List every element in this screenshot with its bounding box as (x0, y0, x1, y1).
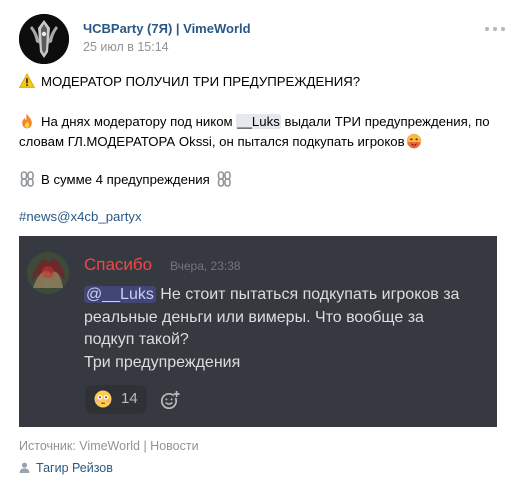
chain-icon (216, 171, 232, 187)
moderator-nickname: __Luks (236, 114, 281, 129)
discord-reaction: 14 (85, 385, 147, 414)
post-body-text-a: На днях модератору под ником (41, 114, 237, 129)
discord-username: Спасибо (84, 255, 153, 274)
post-body-line-1: На днях модератору под ником __Luks выда… (19, 112, 490, 132)
post-header: ЧСВParty (7Я) | VimeWorld 25 июл в 15:14 (19, 14, 519, 64)
user-icon (19, 462, 30, 473)
hot-face-icon (406, 133, 422, 149)
discord-timestamp: Вчера, 23:38 (170, 259, 241, 273)
add-reaction-icon (159, 389, 181, 411)
group-avatar[interactable] (19, 14, 69, 64)
post-title: МОДЕРАТОР ПОЛУЧИЛ ТРИ ПРЕДУПРЕЖДЕНИЯ? (41, 74, 361, 89)
fire-icon (19, 113, 35, 129)
post-summary: В сумме 4 предупреждения (41, 172, 210, 187)
chain-icon (19, 171, 35, 187)
reaction-count: 14 (121, 390, 138, 407)
signer-name[interactable]: Тагир Рейзов (36, 461, 113, 475)
post-author[interactable]: ЧСВParty (7Я) | VimeWorld (83, 21, 251, 36)
more-icon[interactable] (483, 20, 507, 38)
post-body-text-c: словам ГЛ.МОДЕРАТОРА Okssi, он пытался п… (19, 134, 405, 149)
post-signer[interactable]: Тагир Рейзов (19, 461, 113, 475)
discord-avatar (27, 252, 69, 294)
discord-message: @__Luks Не стоит пытаться подкупать игро… (84, 284, 489, 374)
attached-screenshot[interactable]: Спасибо Вчера, 23:38 @__Luks Не стоит пы… (19, 236, 497, 427)
discord-mention: @__Luks (84, 286, 156, 303)
flushed-face-icon (94, 390, 112, 408)
warning-icon (19, 73, 35, 89)
discord-message-line-4: Три предупреждения (84, 353, 241, 371)
post-body-line-2: словам ГЛ.МОДЕРАТОРА Okssi, он пытался п… (19, 132, 422, 152)
post-source[interactable]: Источник: VimeWorld | Новости (19, 439, 199, 453)
post-hashtag[interactable]: #news@x4cb_partyx (19, 207, 142, 227)
discord-message-line-3: подкуп такой? (84, 331, 189, 348)
discord-message-line-1: Не стоит пытаться подкупать игроков за (155, 286, 460, 303)
discord-message-line-2: реальные деньги или вимеры. Что вообще з… (84, 308, 424, 326)
post-summary-line: В сумме 4 предупреждения (19, 170, 232, 190)
post-body-text-b: выдали ТРИ предупреждения, по (280, 114, 490, 129)
post-title-line: МОДЕРАТОР ПОЛУЧИЛ ТРИ ПРЕДУПРЕЖДЕНИЯ? (19, 72, 360, 92)
post-date[interactable]: 25 июл в 15:14 (83, 40, 169, 54)
